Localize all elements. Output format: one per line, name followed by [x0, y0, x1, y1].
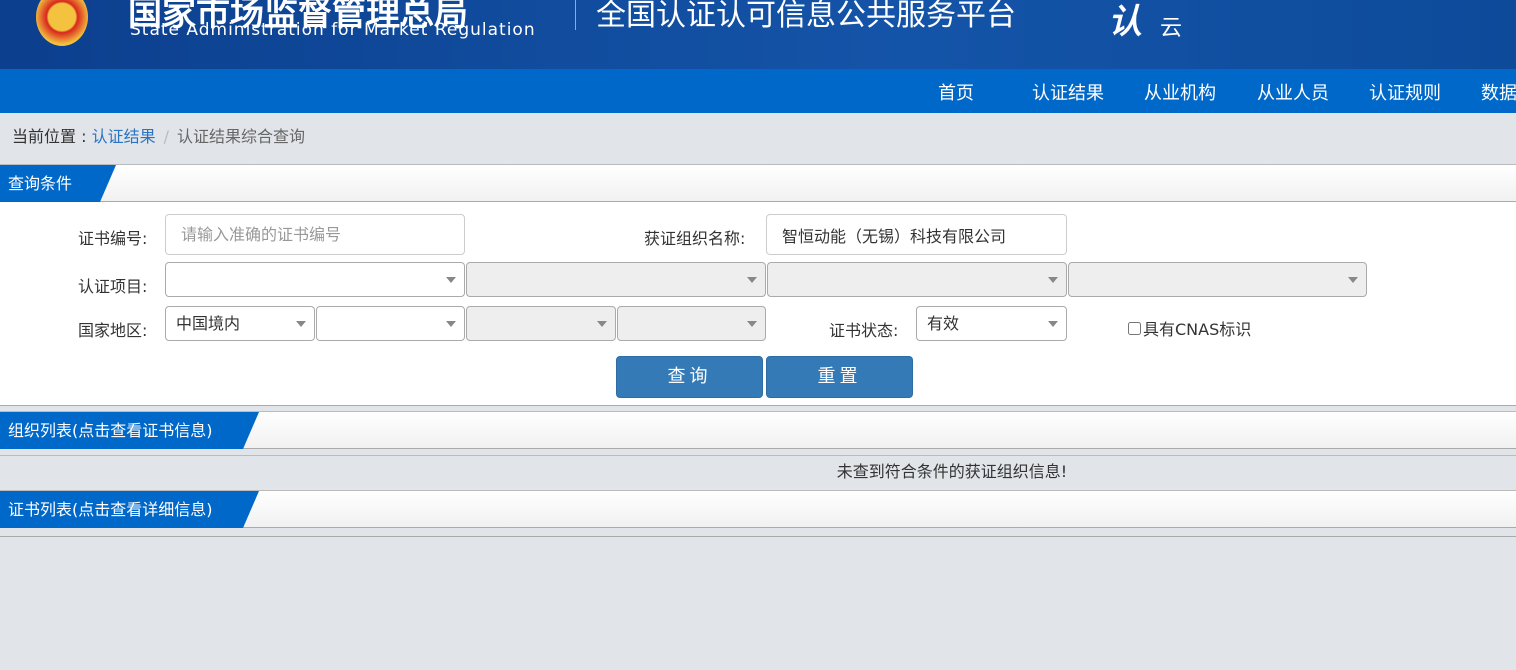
- region-select-2[interactable]: [316, 306, 465, 341]
- cert-no-input[interactable]: [165, 214, 465, 255]
- org-list-title: 组织列表(点击查看证书信息): [0, 412, 259, 449]
- platform-logo-sub: 云: [1160, 16, 1183, 41]
- site-header: 国家市场监督管理总局 State Administration for Mark…: [0, 0, 1516, 69]
- query-panel-header: 查询条件: [0, 164, 1516, 202]
- empty-message: 未查到符合条件的获证组织信息!: [0, 455, 1516, 490]
- breadcrumb-current: 认证结果综合查询: [176, 127, 305, 146]
- query-form: 证书编号: 获证组织名称: 认证项目: 国家地区: 中国境内 证书状态: 有效 …: [0, 202, 1516, 406]
- breadcrumb-link[interactable]: 认证结果: [92, 127, 156, 146]
- cnas-checkbox-label[interactable]: 具有CNAS标识: [1128, 316, 1251, 340]
- project-select-2[interactable]: [466, 262, 766, 297]
- nav-institutions[interactable]: 从业机构: [1144, 79, 1216, 105]
- region-label: 国家地区:: [78, 321, 148, 340]
- cert-list-header: 证书列表(点击查看详细信息): [0, 490, 1516, 528]
- org-list-header: 组织列表(点击查看证书信息): [0, 411, 1516, 449]
- nav-personnel[interactable]: 从业人员: [1257, 79, 1329, 105]
- project-select-1[interactable]: [165, 262, 465, 297]
- project-select-3[interactable]: [767, 262, 1067, 297]
- cert-list-title: 证书列表(点击查看详细信息): [0, 491, 259, 528]
- breadcrumb-prefix: 当前位置 :: [12, 127, 87, 146]
- status-label: 证书状态:: [829, 321, 899, 340]
- nav-data[interactable]: 数据: [1481, 79, 1516, 105]
- org-name-input[interactable]: [766, 214, 1067, 255]
- cert-no-label: 证书编号:: [78, 229, 148, 248]
- panel-title: 查询条件: [0, 165, 116, 202]
- nav-home[interactable]: 首页: [938, 79, 974, 105]
- national-emblem-logo: [36, 0, 88, 46]
- nav-rules[interactable]: 认证规则: [1369, 79, 1441, 105]
- divider: [575, 0, 576, 30]
- nav-cert-results[interactable]: 认证结果: [1032, 79, 1104, 105]
- reset-button[interactable]: 重置: [766, 356, 913, 398]
- divider: [0, 536, 1516, 537]
- org-name-label: 获证组织名称:: [644, 229, 746, 248]
- platform-logo: 认: [1108, 2, 1142, 42]
- project-select-4[interactable]: [1068, 262, 1367, 297]
- agency-name-en: State Administration for Market Regulati…: [130, 20, 536, 40]
- region-select-1[interactable]: 中国境内: [165, 306, 315, 341]
- project-label: 认证项目:: [78, 277, 148, 296]
- breadcrumb-separator: /: [163, 127, 169, 146]
- region-select-3[interactable]: [466, 306, 616, 341]
- cnas-label-text: 具有CNAS标识: [1143, 320, 1252, 339]
- region-select-4[interactable]: [617, 306, 766, 341]
- breadcrumb: 当前位置 : 认证结果 / 认证结果综合查询: [12, 123, 305, 147]
- search-button[interactable]: 查询: [616, 356, 763, 398]
- status-select[interactable]: 有效: [916, 306, 1067, 341]
- cnas-checkbox[interactable]: [1128, 321, 1141, 335]
- main-nav: 首页 认证结果 从业机构 从业人员 认证规则 数据: [0, 69, 1516, 113]
- platform-title: 全国认证认可信息公共服务平台: [596, 0, 1016, 33]
